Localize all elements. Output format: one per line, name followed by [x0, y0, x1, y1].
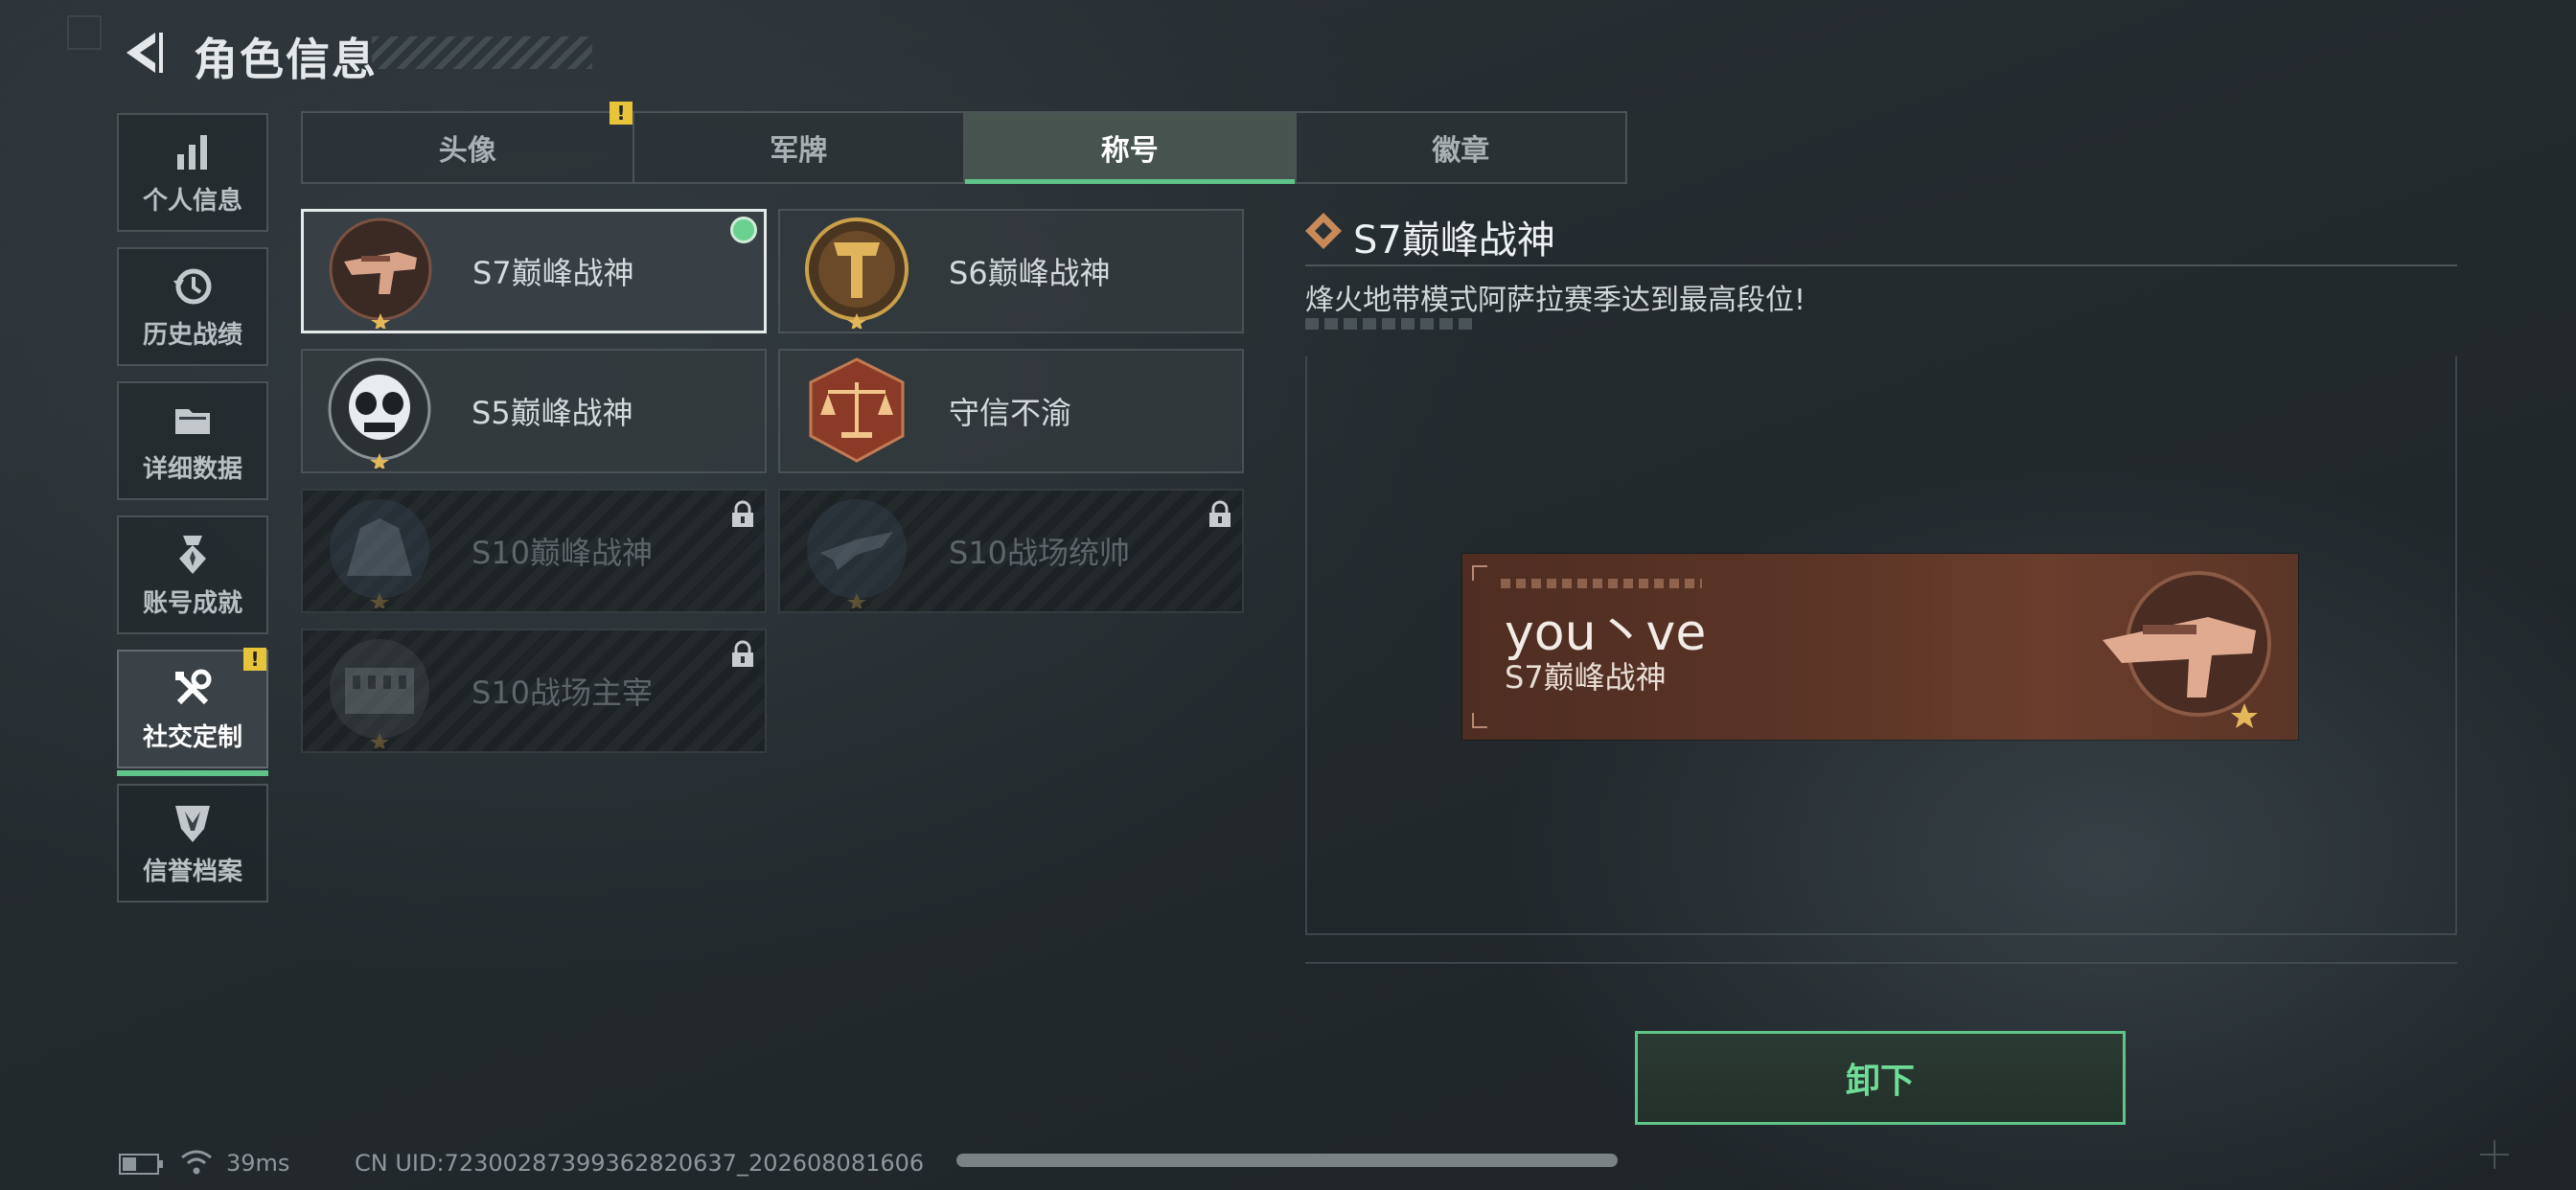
bar-chart-icon [177, 134, 207, 170]
sidebar-item-achievements[interactable]: 账号成就 [117, 515, 268, 634]
tab-title[interactable]: 称号 [963, 111, 1295, 184]
smg-emblem-icon [323, 214, 438, 331]
corner-checkbox [67, 15, 102, 50]
tab-dog-tag[interactable]: 军牌 [632, 111, 963, 184]
smg-emblem-icon [2093, 563, 2285, 736]
title-card-s7[interactable]: S7巅峰战神 [301, 209, 767, 333]
sidebar-item-detailed-data[interactable]: 详细数据 [117, 381, 268, 500]
tab-label: 称号 [1100, 134, 1159, 168]
wifi-icon [181, 1150, 212, 1175]
title-name: S10巅峰战神 [472, 535, 654, 571]
sidebar-item-label: 历史战绩 [142, 320, 242, 350]
title-name: 守信不渝 [949, 395, 1072, 431]
history-clock-icon [173, 268, 212, 304]
lock-icon [1209, 500, 1230, 527]
battery-icon [119, 1154, 163, 1175]
nameplate-title: S7巅峰战神 [1505, 659, 1667, 696]
scales-emblem-icon [799, 354, 914, 469]
title-name: S10战场主宰 [472, 675, 654, 711]
building-emblem-icon [322, 493, 437, 610]
unequip-label: 卸下 [1845, 1062, 1915, 1101]
back-button[interactable] [117, 27, 167, 79]
sidebar-item-label: 详细数据 [142, 454, 242, 484]
tab-label: 军牌 [770, 134, 828, 168]
ping-readout: 39ms [226, 1150, 290, 1177]
uid-readout: CN UID:7230028739936282063​7_20260808160… [355, 1150, 925, 1177]
tab-avatar[interactable]: 头像 [301, 111, 632, 184]
divider [1305, 962, 2457, 964]
title-card-s10-dominator[interactable]: S10战场主宰 [301, 629, 767, 753]
shield-emblem-icon [175, 805, 210, 842]
diamond-title-icon [1305, 213, 1342, 249]
colosseum-emblem-icon [322, 633, 437, 750]
title-card-s5[interactable]: S5巅峰战神 [301, 349, 767, 473]
unequip-button[interactable]: 卸下 [1635, 1031, 2126, 1125]
detail-decoration [1305, 318, 1472, 330]
tab-label: 徽章 [1432, 134, 1490, 168]
detail-description: 烽火地带模式阿萨拉赛季达到最高段位! [1305, 284, 1806, 317]
lock-icon [732, 640, 753, 667]
divider [1305, 264, 2457, 266]
title-name: S10战场统帅 [949, 535, 1131, 571]
home-indicator[interactable] [956, 1154, 1618, 1167]
equipped-indicator [730, 217, 757, 243]
sidebar-item-label: 个人信息 [142, 186, 242, 216]
warning-badge: ! [243, 648, 266, 671]
skull-mask-emblem-icon [322, 354, 437, 470]
crosshair-icon [2480, 1140, 2509, 1169]
tab-label: 头像 [438, 134, 496, 168]
title-card-s6[interactable]: S6巅峰战神 [778, 209, 1244, 333]
title-card-s10-god[interactable]: S10巅峰战神 [301, 489, 767, 613]
tab-badge[interactable]: 徽章 [1294, 111, 1627, 184]
golden-helmet-emblem-icon [799, 214, 914, 331]
sidebar-item-personal-info[interactable]: 个人信息 [117, 113, 268, 232]
sidebar-item-history[interactable]: 历史战绩 [117, 247, 268, 366]
title-card-s10-commander[interactable]: S10战场统帅 [778, 489, 1244, 613]
detail-title: S7巅峰战神 [1353, 218, 1555, 263]
tools-icon [175, 669, 212, 704]
title-name: S6巅峰战神 [949, 255, 1111, 291]
sidebar-item-reputation[interactable]: 信誉档案 [117, 784, 268, 903]
sidebar-item-label: 信誉档案 [142, 857, 242, 886]
folder-icon [175, 408, 210, 434]
aircraft-emblem-icon [799, 493, 914, 610]
page-title: 角色信息 [194, 34, 378, 85]
sidebar-item-label: 社交定制 [142, 722, 242, 752]
title-card-keep-faith[interactable]: 守信不渝 [778, 349, 1244, 473]
medal-icon [179, 535, 206, 574]
title-name: S7巅峰战神 [472, 255, 634, 291]
title-decoration [372, 36, 592, 69]
warning-badge: ! [610, 102, 632, 125]
nameplate-corner [1472, 713, 1487, 728]
back-arrow-icon [126, 33, 163, 73]
category-tabs: 头像 军牌 称号 徽章 [301, 111, 1627, 184]
title-name: S5巅峰战神 [472, 395, 633, 431]
sidebar-item-label: 账号成就 [142, 588, 242, 618]
nameplate-corner [1472, 565, 1487, 581]
nameplate-decoration [1501, 579, 1702, 588]
lock-icon [732, 500, 753, 527]
